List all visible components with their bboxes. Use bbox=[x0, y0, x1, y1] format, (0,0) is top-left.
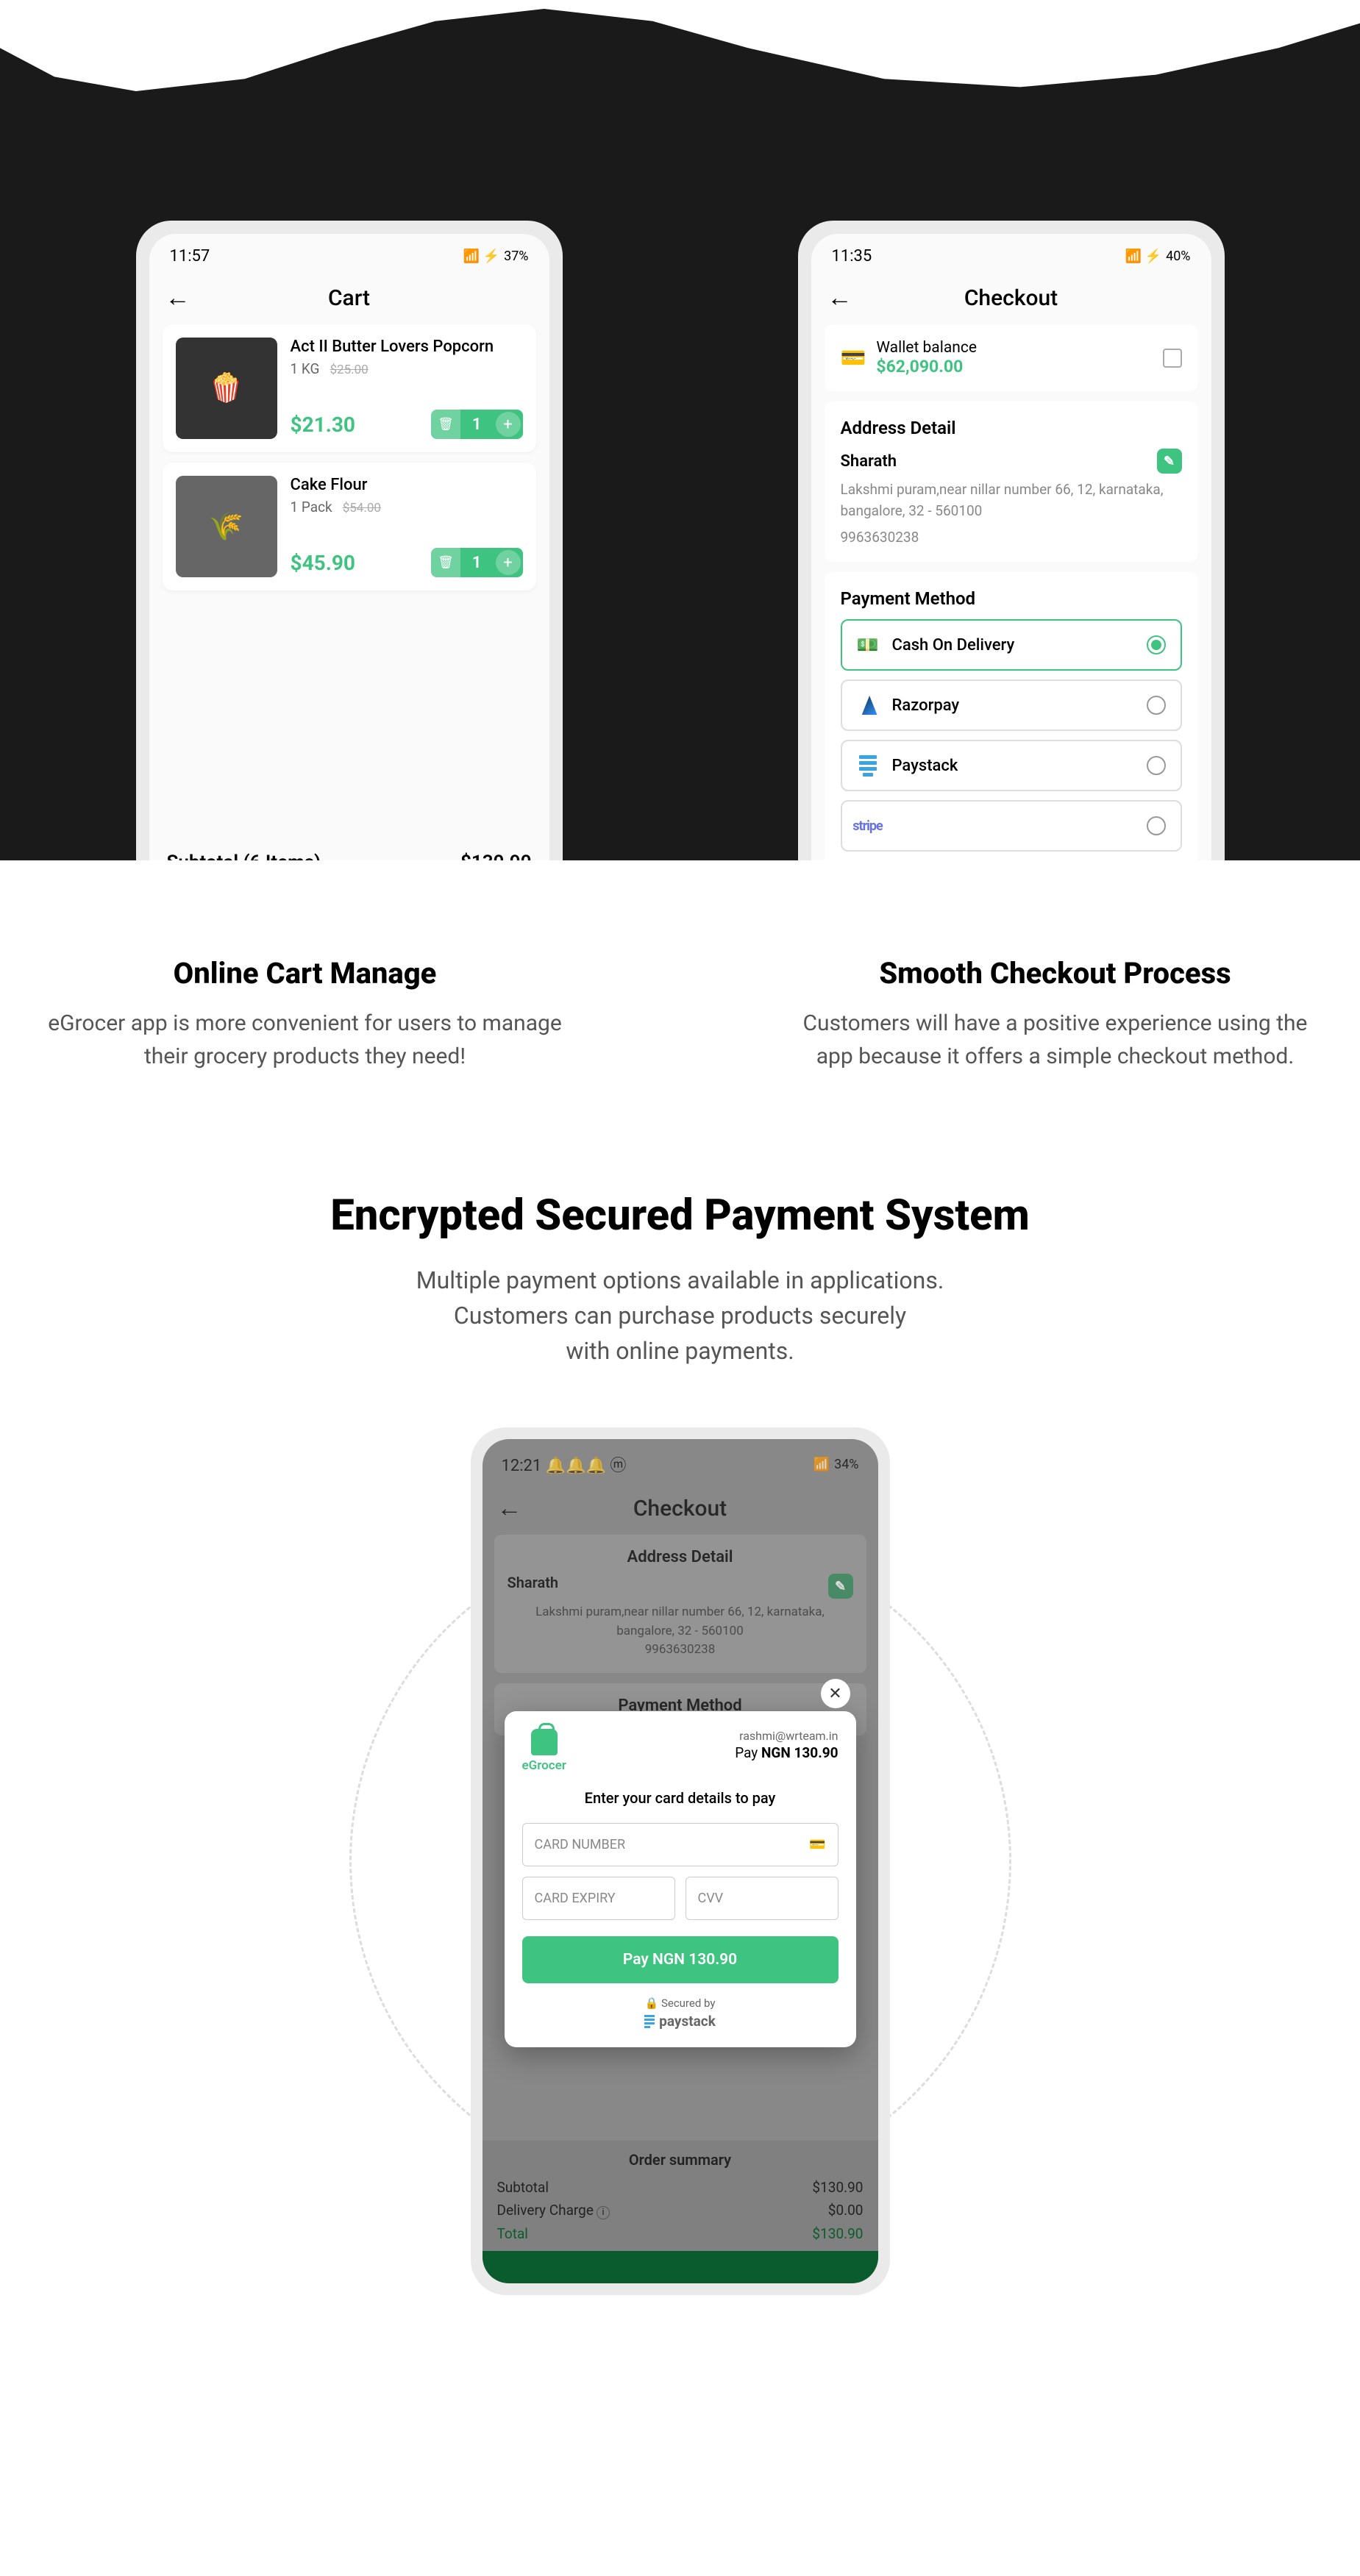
product-price: $45.90 bbox=[291, 551, 355, 575]
payment-option-cod[interactable]: 💵 Cash On Delivery bbox=[841, 619, 1182, 671]
paystack-logo: paystack bbox=[522, 2013, 839, 2030]
radio-icon bbox=[1147, 696, 1166, 715]
payment-option-paystack[interactable]: Paystack bbox=[841, 740, 1182, 791]
payment-method-card: Payment Method 💵 Cash On Delivery Razorp… bbox=[825, 572, 1198, 860]
plus-icon[interactable]: + bbox=[496, 412, 521, 437]
status-icons: 📶 ⚡ 37% bbox=[463, 249, 529, 264]
razorpay-icon bbox=[857, 694, 879, 716]
wallet-icon: 💳 bbox=[841, 346, 866, 370]
status-time: 11:57 bbox=[170, 247, 210, 265]
back-icon[interactable]: ← bbox=[497, 1494, 522, 1523]
encrypted-heading: Encrypted Secured Payment System bbox=[0, 1191, 1360, 1241]
address-card: Address Detail Sharath ✎ Lakshmi puram,n… bbox=[825, 402, 1198, 562]
screen-title: Checkout bbox=[964, 285, 1058, 311]
cash-icon: 💵 bbox=[857, 634, 879, 656]
cart-phone: 11:57 📶 ⚡ 37% ← Cart 🍿 Act II Butter Lov… bbox=[136, 221, 563, 860]
feature-cart-title: Online Cart Manage bbox=[48, 956, 563, 991]
quantity-stepper[interactable]: 🗑 1 + bbox=[431, 548, 523, 577]
wallet-card[interactable]: 💳 Wallet balance $62,090.00 bbox=[825, 324, 1198, 391]
feature-checkout-desc: Customers will have a positive experienc… bbox=[798, 1007, 1313, 1073]
status-bar: 12:21 🔔🔔🔔 ⓜ 📶 34% bbox=[494, 1448, 866, 1486]
back-icon[interactable]: ← bbox=[165, 283, 191, 313]
subtotal-row: Subtotal (6 Items) $130.90 bbox=[163, 841, 536, 860]
cvv-input[interactable]: CVV bbox=[686, 1877, 839, 1920]
product-name: Cake Flour bbox=[291, 476, 523, 494]
payment-modal: ✕ eGrocer rashmi@wrteam.in Pay NGN 130.9… bbox=[505, 1711, 856, 2047]
info-icon[interactable]: i bbox=[597, 2206, 610, 2219]
radio-icon bbox=[1147, 635, 1166, 654]
product-image: 🍿 bbox=[176, 338, 277, 439]
checkout-phone: 11:35 📶 ⚡ 40% ← Checkout 💳 Wallet balanc… bbox=[798, 221, 1225, 860]
status-bar: 11:35 📶 ⚡ 40% bbox=[825, 243, 1198, 276]
payment-option-razorpay[interactable]: Razorpay bbox=[841, 679, 1182, 731]
product-price: $21.30 bbox=[291, 413, 355, 437]
card-expiry-input[interactable]: CARD EXPIRY bbox=[522, 1877, 675, 1920]
cart-item: 🍿 Act II Butter Lovers Popcorn 1 KG$25.0… bbox=[163, 324, 536, 452]
trash-icon[interactable]: 🗑 bbox=[431, 548, 460, 577]
secured-label: 🔒 Secured by bbox=[522, 1997, 839, 2010]
action-bar[interactable] bbox=[483, 2251, 878, 2283]
plus-icon[interactable]: + bbox=[496, 550, 521, 575]
screen-title: Cart bbox=[328, 285, 370, 311]
payment-phone: 12:21 🔔🔔🔔 ⓜ 📶 34% ← Checkout Address Det… bbox=[471, 1427, 890, 2295]
cart-item: 🌾 Cake Flour 1 Pack$54.00 $45.90 🗑 1 + bbox=[163, 463, 536, 591]
radio-icon bbox=[1147, 816, 1166, 835]
product-name: Act II Butter Lovers Popcorn bbox=[291, 338, 523, 356]
feature-checkout-title: Smooth Checkout Process bbox=[798, 956, 1313, 991]
status-time: 11:35 bbox=[832, 247, 872, 265]
close-icon[interactable]: ✕ bbox=[821, 1679, 850, 1708]
wallet-checkbox[interactable] bbox=[1163, 349, 1182, 368]
edit-icon[interactable]: ✎ bbox=[1157, 449, 1182, 474]
stripe-icon: stripe bbox=[857, 815, 879, 837]
back-icon[interactable]: ← bbox=[827, 283, 852, 313]
card-icon: 💳 bbox=[809, 1837, 825, 1852]
status-bar: 11:57 📶 ⚡ 37% bbox=[163, 243, 536, 276]
radio-icon bbox=[1147, 756, 1166, 775]
card-number-input[interactable]: CARD NUMBER 💳 bbox=[522, 1823, 839, 1866]
egrocer-icon bbox=[531, 1729, 558, 1755]
product-image: 🌾 bbox=[176, 476, 277, 577]
payment-option-stripe[interactable]: stripe bbox=[841, 800, 1182, 852]
edit-icon[interactable]: ✎ bbox=[828, 1574, 853, 1599]
order-summary: Order summary Subtotal$130.90 Delivery C… bbox=[483, 2141, 878, 2283]
status-icons: 📶 ⚡ 40% bbox=[1125, 249, 1191, 264]
features-section: Online Cart Manage eGrocer app is more c… bbox=[0, 860, 1360, 1117]
paystack-icon bbox=[857, 754, 879, 777]
trash-icon[interactable]: 🗑 bbox=[431, 410, 460, 439]
feature-cart-desc: eGrocer app is more convenient for users… bbox=[48, 1007, 563, 1073]
quantity-stepper[interactable]: 🗑 1 + bbox=[431, 410, 523, 439]
encrypted-section: Encrypted Secured Payment System Multipl… bbox=[0, 1117, 1360, 2354]
pay-button[interactable]: Pay NGN 130.90 bbox=[522, 1936, 839, 1983]
